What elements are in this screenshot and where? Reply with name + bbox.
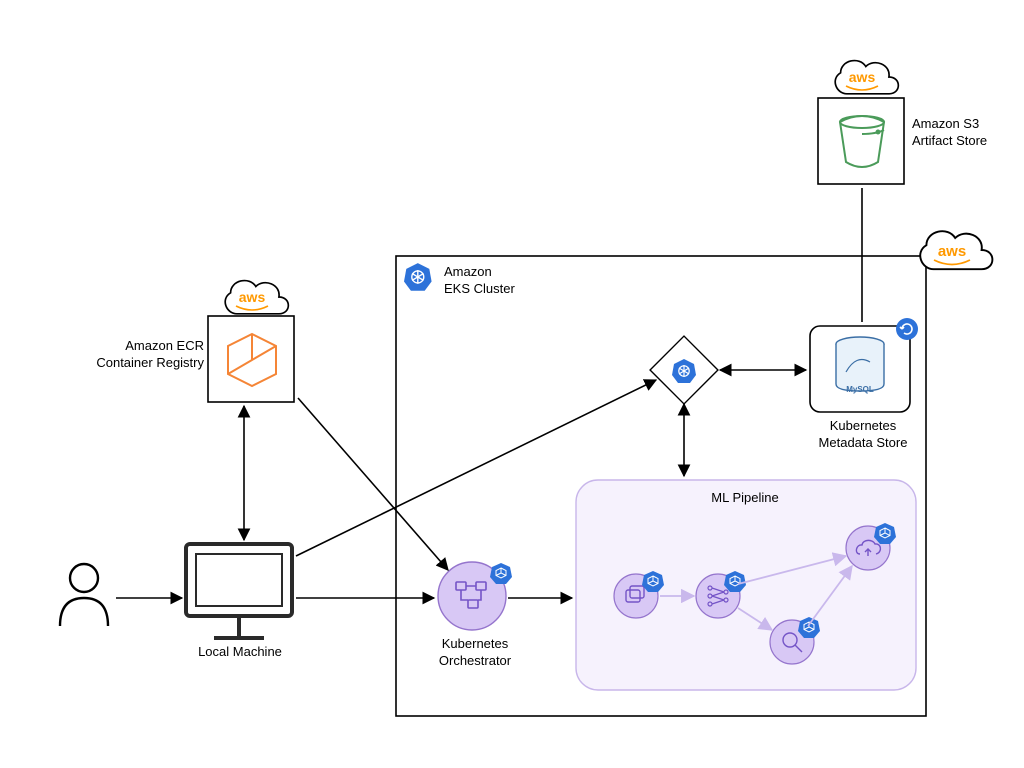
ml-pipeline-label: ML Pipeline	[660, 490, 830, 507]
user-icon	[60, 564, 108, 626]
eks-cluster-label: AmazonEKS Cluster	[444, 264, 564, 298]
s3-box	[818, 98, 904, 184]
aws-logo-text: aws	[849, 69, 876, 85]
computer-icon	[186, 544, 292, 638]
kubernetes-pod-icon	[490, 563, 512, 584]
metadata-store-label: KubernetesMetadata Store	[798, 418, 928, 452]
orchestrator-label: KubernetesOrchestrator	[420, 636, 530, 670]
refresh-icon	[896, 318, 918, 340]
mysql-icon: MySQL	[836, 337, 884, 394]
ecr-label: Amazon ECRContainer Registry	[64, 338, 204, 372]
local-machine-label: Local Machine	[180, 644, 300, 661]
k8s-service-node	[650, 336, 718, 404]
s3-label: Amazon S3Artifact Store	[912, 116, 1022, 150]
kubernetes-icon	[404, 263, 432, 291]
diagram-canvas: { "nodes": { "user": {"label": ""}, "loc…	[0, 0, 1024, 768]
aws-logo-text: aws	[938, 243, 966, 260]
aws-logo-text: aws	[239, 289, 266, 305]
svg-text:MySQL: MySQL	[846, 385, 874, 394]
